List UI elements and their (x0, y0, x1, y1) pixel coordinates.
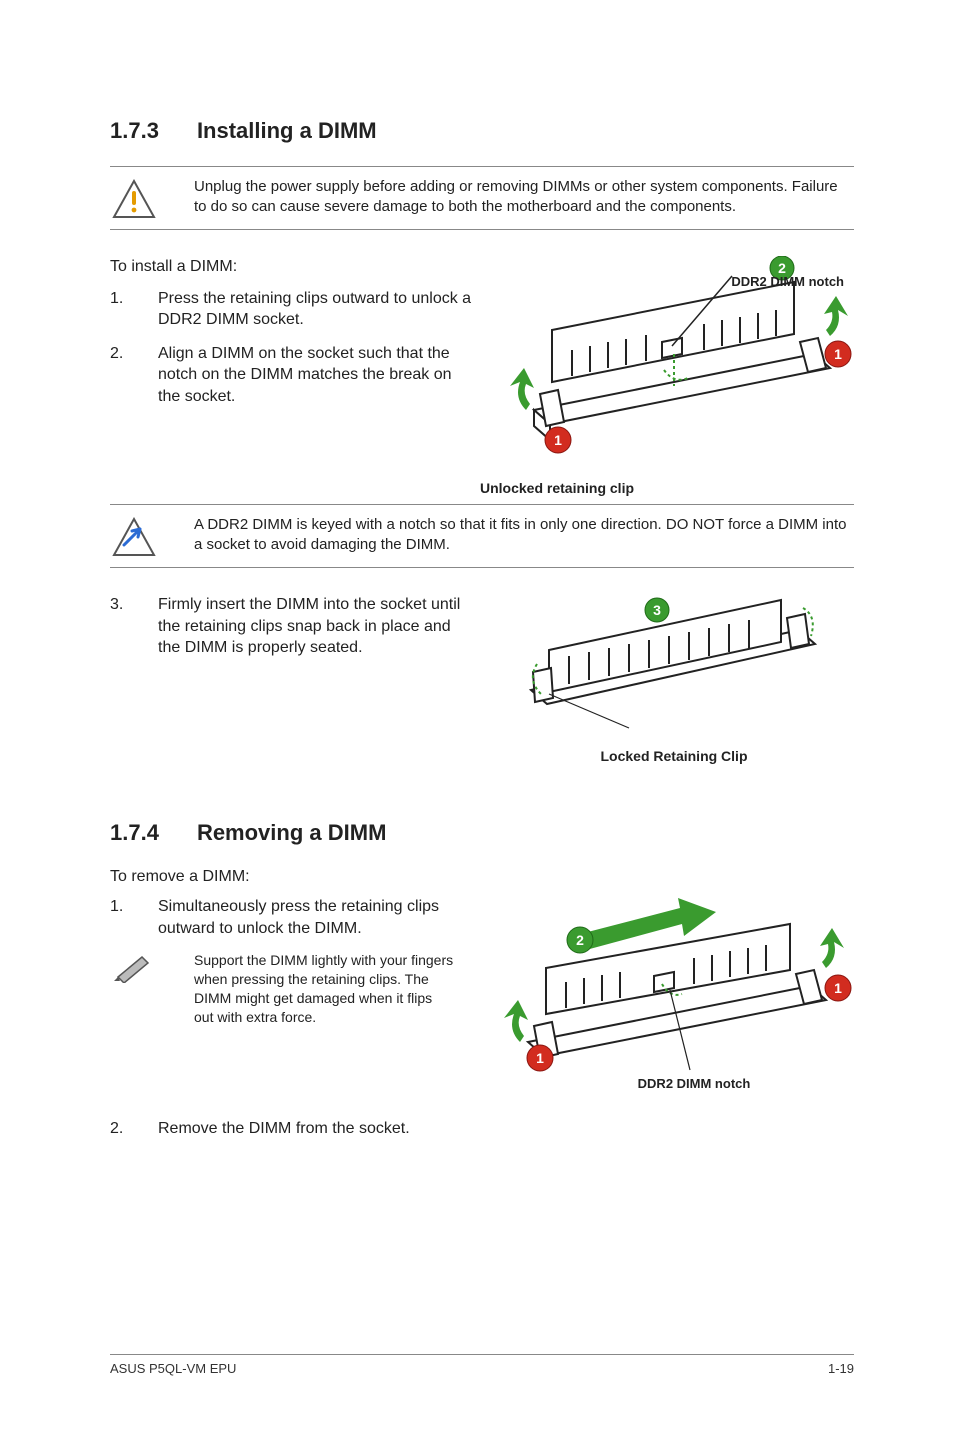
step-text: Remove the DIMM from the socket. (158, 1120, 854, 1138)
badge-1-left: 1 (554, 432, 562, 448)
fig1-caption: Unlocked retaining clip (260, 480, 854, 496)
badge-1-left: 1 (536, 1050, 544, 1066)
section-heading-173: 1.7.3 Installing a DIMM (110, 118, 854, 144)
step-number: 2. (110, 343, 130, 408)
section-title: Installing a DIMM (197, 118, 377, 144)
install-step-1: 1. Press the retaining clips outward to … (110, 288, 472, 331)
step-number: 1. (110, 896, 130, 939)
page-footer: ASUS P5QL-VM EPU 1-19 (110, 1354, 854, 1376)
warning-icon (112, 179, 156, 219)
note-row: Support the DIMM lightly with your finge… (110, 951, 472, 1027)
section-number: 1.7.3 (110, 118, 159, 144)
dimm-unlock-diagram: 2 1 1 DDR2 DIMM notch (494, 256, 854, 466)
step-text: Align a DIMM on the socket such that the… (158, 343, 472, 408)
step-number: 3. (110, 594, 130, 659)
dimm-remove-diagram: 2 (494, 896, 854, 1096)
caution-arrow-icon (112, 517, 156, 557)
badge-1-right: 1 (834, 346, 842, 362)
section-heading-174: 1.7.4 Removing a DIMM (110, 820, 854, 846)
remove-intro: To remove a DIMM: (110, 868, 854, 886)
fig3-label: DDR2 DIMM notch (638, 1076, 751, 1091)
warning-callout: Unplug the power supply before adding or… (110, 166, 854, 230)
install-intro: To install a DIMM: (110, 256, 472, 278)
remove-step-1: 1. Simultaneously press the retaining cl… (110, 896, 472, 939)
step-text: Firmly insert the DIMM into the socket u… (158, 594, 472, 659)
step-number: 2. (110, 1120, 130, 1138)
install-step-3: 3. Firmly insert the DIMM into the socke… (110, 594, 472, 659)
step-number: 1. (110, 288, 130, 331)
install-step-2: 2. Align a DIMM on the socket such that … (110, 343, 472, 408)
remove-step-2: 2. Remove the DIMM from the socket. (110, 1120, 854, 1138)
notch-label: DDR2 DIMM notch (731, 274, 844, 289)
warning-text: Unplug the power supply before adding or… (194, 177, 854, 218)
footer-product: ASUS P5QL-VM EPU (110, 1361, 236, 1376)
note-text: Support the DIMM lightly with your finge… (194, 951, 454, 1027)
pencil-note-icon (112, 951, 156, 983)
section-title: Removing a DIMM (197, 820, 386, 846)
dimm-insert-diagram: 3 (509, 594, 839, 744)
badge-2: 2 (576, 932, 584, 948)
badge-3: 3 (653, 602, 661, 618)
fig2-caption: Locked Retaining Clip (600, 748, 747, 764)
caution-callout: A DDR2 DIMM is keyed with a notch so tha… (110, 504, 854, 568)
step-text: Press the retaining clips outward to unl… (158, 288, 472, 331)
badge-1-right: 1 (834, 980, 842, 996)
footer-page: 1-19 (828, 1361, 854, 1376)
step-text: Simultaneously press the retaining clips… (158, 896, 472, 939)
caution-text: A DDR2 DIMM is keyed with a notch so tha… (194, 515, 854, 556)
section-number: 1.7.4 (110, 820, 159, 846)
